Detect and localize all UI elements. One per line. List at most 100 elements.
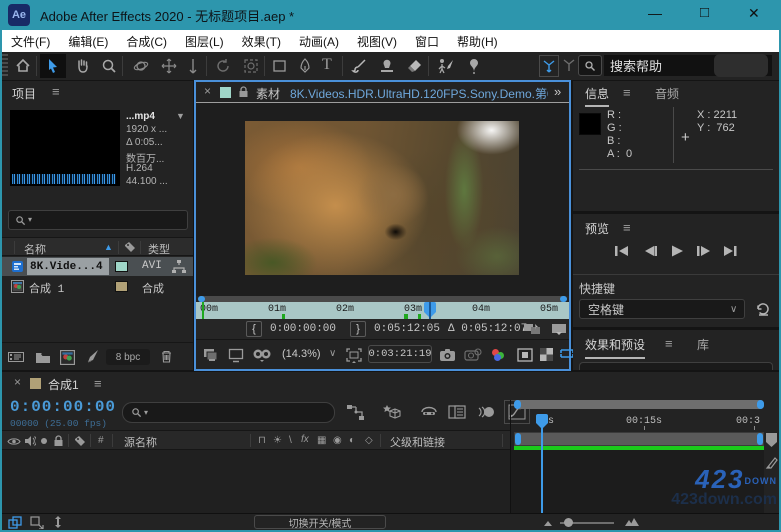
label-color-swatch[interactable] bbox=[115, 281, 128, 292]
nav-cap-left[interactable] bbox=[514, 400, 521, 409]
help-search-icon-box[interactable] bbox=[578, 55, 602, 76]
region-of-interest-icon[interactable] bbox=[346, 348, 362, 363]
footage-thumbnail[interactable] bbox=[10, 110, 120, 186]
close-tab-icon[interactable]: × bbox=[204, 84, 211, 98]
resolution-icon[interactable] bbox=[517, 348, 533, 362]
hand-tool-icon[interactable] bbox=[74, 57, 92, 75]
flowchart-icon[interactable] bbox=[172, 260, 186, 273]
tab-audio[interactable]: 音频 bbox=[655, 85, 679, 102]
tab-library[interactable]: 库 bbox=[697, 336, 709, 353]
column-name[interactable]: 名称 bbox=[24, 241, 46, 257]
switch-frame-blend-icon[interactable]: ▦ bbox=[317, 435, 326, 446]
sort-ascending-icon[interactable]: ▲ bbox=[104, 242, 113, 252]
label-column-icon[interactable] bbox=[124, 241, 136, 253]
shortcut-select[interactable]: 空格键 ∨ bbox=[579, 299, 745, 319]
rotate-tool-icon[interactable] bbox=[214, 57, 232, 75]
menu-file[interactable]: 文件(F) bbox=[2, 33, 59, 50]
menu-layer[interactable]: 图层(L) bbox=[176, 33, 233, 50]
camera-tool-icon[interactable] bbox=[242, 57, 260, 75]
show-snapshot-icon[interactable] bbox=[464, 348, 482, 362]
local-axis-mode-icon[interactable] bbox=[539, 55, 559, 77]
primary-viewer-icon[interactable] bbox=[228, 348, 244, 363]
timeline-playhead-marker[interactable] bbox=[536, 414, 548, 423]
play-button[interactable] bbox=[669, 244, 685, 258]
trash-icon[interactable] bbox=[160, 349, 173, 364]
zoom-out-mountain-icon[interactable] bbox=[543, 519, 553, 527]
pen-tool-icon[interactable] bbox=[297, 57, 313, 75]
panel-menu-icon[interactable]: ≡ bbox=[665, 337, 673, 350]
bpc-button[interactable]: 8 bpc bbox=[106, 349, 150, 365]
panel-menu-icon[interactable]: ≡ bbox=[623, 86, 631, 99]
channel-rgb-icon[interactable] bbox=[491, 349, 507, 361]
preview-title[interactable]: 预览 bbox=[585, 220, 609, 237]
timeline-search-field[interactable]: ▾ bbox=[122, 402, 335, 423]
lock-icon[interactable] bbox=[53, 435, 64, 447]
zoom-slider-knob[interactable] bbox=[564, 518, 573, 527]
nav-cap-right[interactable] bbox=[757, 400, 764, 409]
tab-overflow-icon[interactable]: » bbox=[554, 84, 561, 99]
ripple-insert-icon[interactable] bbox=[523, 322, 541, 336]
shrink-layers-icon[interactable] bbox=[30, 516, 44, 529]
index-column[interactable]: # bbox=[98, 435, 104, 446]
effects-search-field[interactable] bbox=[579, 362, 773, 370]
snapshot-icon[interactable] bbox=[439, 348, 456, 362]
type-tool-icon[interactable]: T bbox=[322, 56, 332, 74]
zoom-tool-icon[interactable] bbox=[100, 57, 118, 75]
toolbar-grip[interactable] bbox=[2, 54, 8, 78]
viewer-timecode-button[interactable]: 0:03:21:19 bbox=[368, 345, 432, 363]
eraser-tool-icon[interactable] bbox=[406, 57, 424, 75]
view-layout-icon[interactable] bbox=[252, 348, 272, 363]
in-point-button[interactable]: { bbox=[246, 321, 262, 337]
lock-icon[interactable] bbox=[238, 86, 249, 98]
layer-area[interactable] bbox=[2, 450, 510, 513]
label-column-icon[interactable] bbox=[74, 435, 86, 447]
selection-tool[interactable] bbox=[40, 54, 66, 78]
hide-shy-layers-icon[interactable] bbox=[420, 404, 438, 420]
switch-fx-icon[interactable]: fx bbox=[301, 434, 309, 445]
switch-adjustment-icon[interactable]: ◐ bbox=[349, 435, 355, 446]
adjustment-icon[interactable] bbox=[86, 349, 100, 364]
panel-menu-icon[interactable]: ≡ bbox=[94, 377, 102, 390]
close-button[interactable]: ✕ bbox=[748, 5, 760, 22]
motion-blur-icon[interactable] bbox=[476, 404, 496, 420]
solo-icon[interactable] bbox=[41, 438, 47, 444]
meta-dropdown-icon[interactable]: ▼ bbox=[176, 112, 185, 121]
timeline-split-divider[interactable] bbox=[510, 400, 511, 513]
menu-help[interactable]: 帮助(H) bbox=[448, 33, 507, 50]
zoom-level-value[interactable]: (14.3%) bbox=[282, 348, 321, 360]
frame-blending-icon[interactable] bbox=[448, 404, 468, 420]
new-folder-icon[interactable] bbox=[35, 351, 51, 364]
composition-mini-flowchart-icon[interactable] bbox=[346, 404, 366, 420]
project-tab[interactable]: 项目 bbox=[12, 85, 36, 102]
world-axis-mode-icon[interactable] bbox=[562, 58, 576, 72]
timeline-zoom-slider[interactable] bbox=[560, 522, 614, 524]
source-name-column[interactable]: 源名称 bbox=[124, 434, 157, 450]
timeline-ruler[interactable]: 00s 00:15s 00:3 bbox=[514, 414, 764, 430]
first-frame-button[interactable] bbox=[613, 244, 631, 258]
menu-effect[interactable]: 效果(T) bbox=[233, 33, 290, 50]
puppet-pin-icon[interactable] bbox=[466, 57, 482, 75]
viewer-time-ruler[interactable]: 00m 01m 02m 03m 04m 05m bbox=[196, 302, 569, 319]
work-area-cap-right[interactable] bbox=[757, 433, 763, 445]
viewer-stage[interactable] bbox=[196, 103, 569, 296]
next-frame-button[interactable] bbox=[695, 244, 713, 258]
menu-view[interactable]: 视图(V) bbox=[348, 33, 406, 50]
project-search-field[interactable]: ▾ bbox=[8, 210, 188, 230]
minimize-button[interactable]: — bbox=[648, 5, 662, 21]
tab-effects-presets[interactable]: 效果和预设 bbox=[585, 336, 645, 359]
label-color-swatch[interactable] bbox=[115, 261, 128, 272]
out-time[interactable]: 0:05:12:05 bbox=[374, 323, 440, 335]
video-visibility-icon[interactable] bbox=[7, 436, 21, 447]
timeline-timecode[interactable]: 0:00:00:00 bbox=[10, 398, 116, 416]
column-type[interactable]: 类型 bbox=[148, 241, 170, 257]
switch-collapse-icon[interactable]: ☀ bbox=[273, 435, 282, 446]
brush-tool-icon[interactable] bbox=[350, 57, 368, 75]
always-preview-icon[interactable] bbox=[203, 348, 219, 363]
reset-icon[interactable] bbox=[755, 301, 771, 317]
previous-frame-button[interactable] bbox=[641, 244, 659, 258]
panel-menu-icon[interactable]: ≡ bbox=[52, 85, 60, 98]
menu-composition[interactable]: 合成(C) bbox=[117, 33, 176, 50]
last-frame-button[interactable] bbox=[721, 244, 739, 258]
switch-quality-icon[interactable]: \ bbox=[289, 435, 292, 446]
switch-3d-icon[interactable]: ◇ bbox=[365, 435, 373, 446]
